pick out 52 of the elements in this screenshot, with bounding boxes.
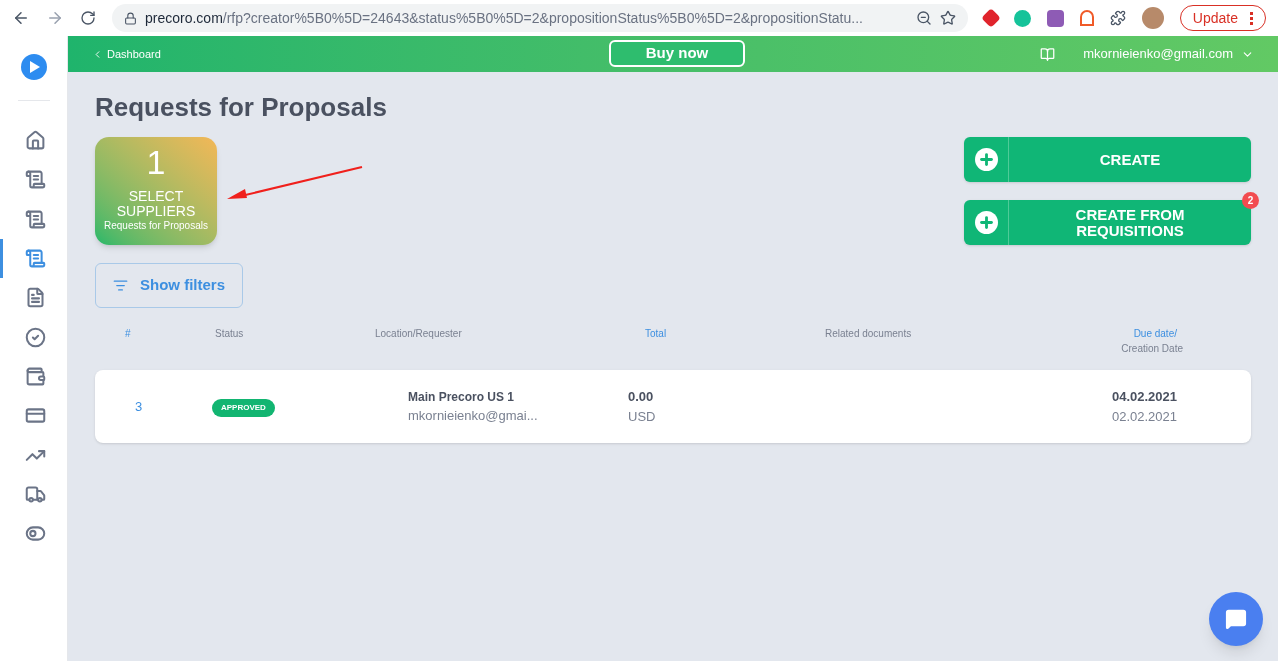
user-menu[interactable]: mkornieienko@gmail.com [1083,44,1254,64]
chat-icon [1225,608,1247,630]
extension-icon[interactable] [1046,9,1064,27]
row-number-link[interactable]: 3 [135,398,143,414]
column-header[interactable]: # [125,326,185,341]
address-bar[interactable]: precoro.com/rfp?creator%5B0%5D=24643&status%5B0%5D=2&propositionStatus%5B0%5D=2&propositionStatu... [112,4,968,32]
extension-icon[interactable] [1079,10,1094,26]
summary-count: 1 [146,143,166,181]
logo-icon[interactable] [20,54,47,80]
column-header[interactable]: Total [645,326,795,341]
summary-sublabel: Requests for Proposals [104,219,208,233]
requester-text: mkornieienko@gmai... [408,406,539,425]
home-icon [24,130,46,152]
plus-icon [974,211,998,234]
scroll-icon [24,208,46,230]
dashboard-link[interactable]: Dashboard [92,45,161,63]
plus-icon [974,148,998,171]
buy-now-button[interactable]: Buy now [609,40,745,67]
show-filters-button[interactable]: Show filters [95,263,243,308]
summary-label: SELECT SUPPLIERS [115,189,197,219]
table-row[interactable]: 3 APPROVED Main Precoro US 1 mkornieienko@gmai... 0.00 USD 04.02.2021 02.02.2021 [95,370,1251,443]
lock-icon [124,11,137,25]
due-date-text: 04.02.2021 [1111,388,1177,406]
back-icon[interactable] [12,9,30,27]
total-text: 0.00 [628,388,655,406]
puzzle-icon[interactable] [1109,10,1126,26]
check-circle-icon [24,326,46,348]
count-badge: 2 [1242,192,1259,209]
filter-icon [113,278,128,293]
forward-icon[interactable] [46,9,64,27]
scroll-icon [24,248,46,270]
reload-icon[interactable] [80,10,96,26]
zoom-icon[interactable] [915,10,932,26]
page-title: Requests for Proposals [95,91,388,123]
avatar[interactable] [1141,7,1164,29]
column-header: Creation Date [1121,342,1183,356]
creation-date-text: 02.02.2021 [1111,407,1177,426]
status-badge: APPROVED [212,399,275,417]
summary-card[interactable]: 1 SELECT SUPPLIERS Requests for Proposals [95,137,217,245]
create-button[interactable]: CREATE [964,137,1251,182]
location-text: Main Precoro US 1 [408,388,516,406]
document-icon [24,287,46,309]
column-header: Location/Requester [375,327,463,341]
column-header: Status [215,327,245,341]
wallet-icon [24,365,46,387]
url-text: precoro.com/rfp?creator%5B0%5D=24643&status%5B0%5D=2&propositionStatus%5B0%5D=2&propositionStatu... [145,8,864,28]
truck-icon [24,483,46,505]
column-header[interactable]: Due date/ [1133,326,1177,341]
column-header: Related documents [825,327,913,341]
star-icon[interactable] [939,10,956,26]
currency-text: USD [628,407,657,426]
chat-button[interactable] [1209,592,1263,646]
